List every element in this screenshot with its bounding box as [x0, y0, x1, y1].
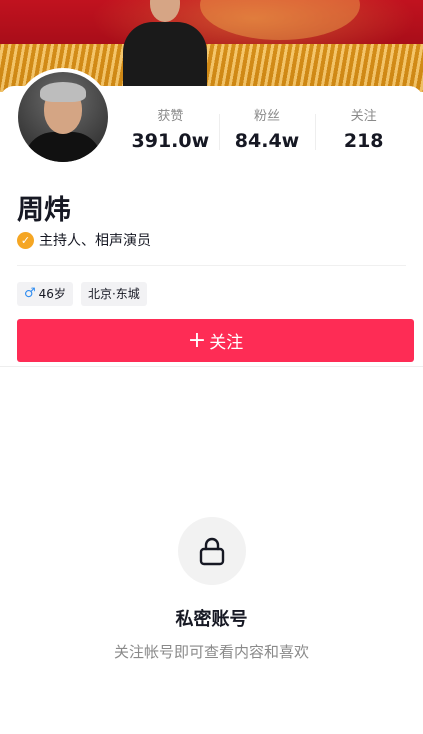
- age-tag-label: 46岁: [38, 287, 66, 301]
- verification-row: ✓ 主持人、相声演员: [17, 230, 151, 250]
- lock-icon: [199, 537, 224, 566]
- stat-likes-value: 391.0w: [131, 130, 210, 152]
- follow-button-label: 关注: [209, 333, 244, 353]
- banner-person-image: [123, 0, 207, 92]
- stats-row: 获赞 391.0w 粉丝 84.4w 关注 218: [122, 108, 412, 156]
- stat-likes[interactable]: 获赞 391.0w: [122, 108, 219, 156]
- stat-following-value: 218: [343, 130, 384, 152]
- divider: [17, 265, 406, 266]
- private-account-notice: 私密账号 关注帐号即可查看内容和喜欢: [0, 517, 423, 662]
- private-title: 私密账号: [175, 609, 248, 630]
- plus-icon: +: [187, 327, 207, 353]
- stat-followers[interactable]: 粉丝 84.4w: [218, 108, 316, 156]
- verification-text: 主持人、相声演员: [39, 233, 151, 249]
- stat-likes-label: 获赞: [157, 109, 184, 124]
- private-subtitle: 关注帐号即可查看内容和喜欢: [113, 643, 309, 661]
- stat-following[interactable]: 关注 218: [315, 108, 412, 156]
- follow-button[interactable]: + 关注: [17, 319, 414, 362]
- male-icon: ♂: [24, 286, 36, 301]
- location-tag-label: 北京·东城: [87, 287, 140, 301]
- verified-icon: ✓: [17, 231, 34, 249]
- stat-followers-label: 粉丝: [254, 109, 281, 124]
- avatar[interactable]: [14, 68, 112, 166]
- stat-following-label: 关注: [350, 109, 377, 124]
- profile-tags: ♂ 46岁 北京·东城: [17, 282, 147, 306]
- stat-followers-value: 84.4w: [234, 130, 300, 152]
- age-tag: ♂ 46岁: [17, 282, 73, 306]
- lock-badge: [177, 517, 246, 585]
- location-tag: 北京·东城: [80, 282, 147, 306]
- profile-name: 周炜: [17, 195, 71, 226]
